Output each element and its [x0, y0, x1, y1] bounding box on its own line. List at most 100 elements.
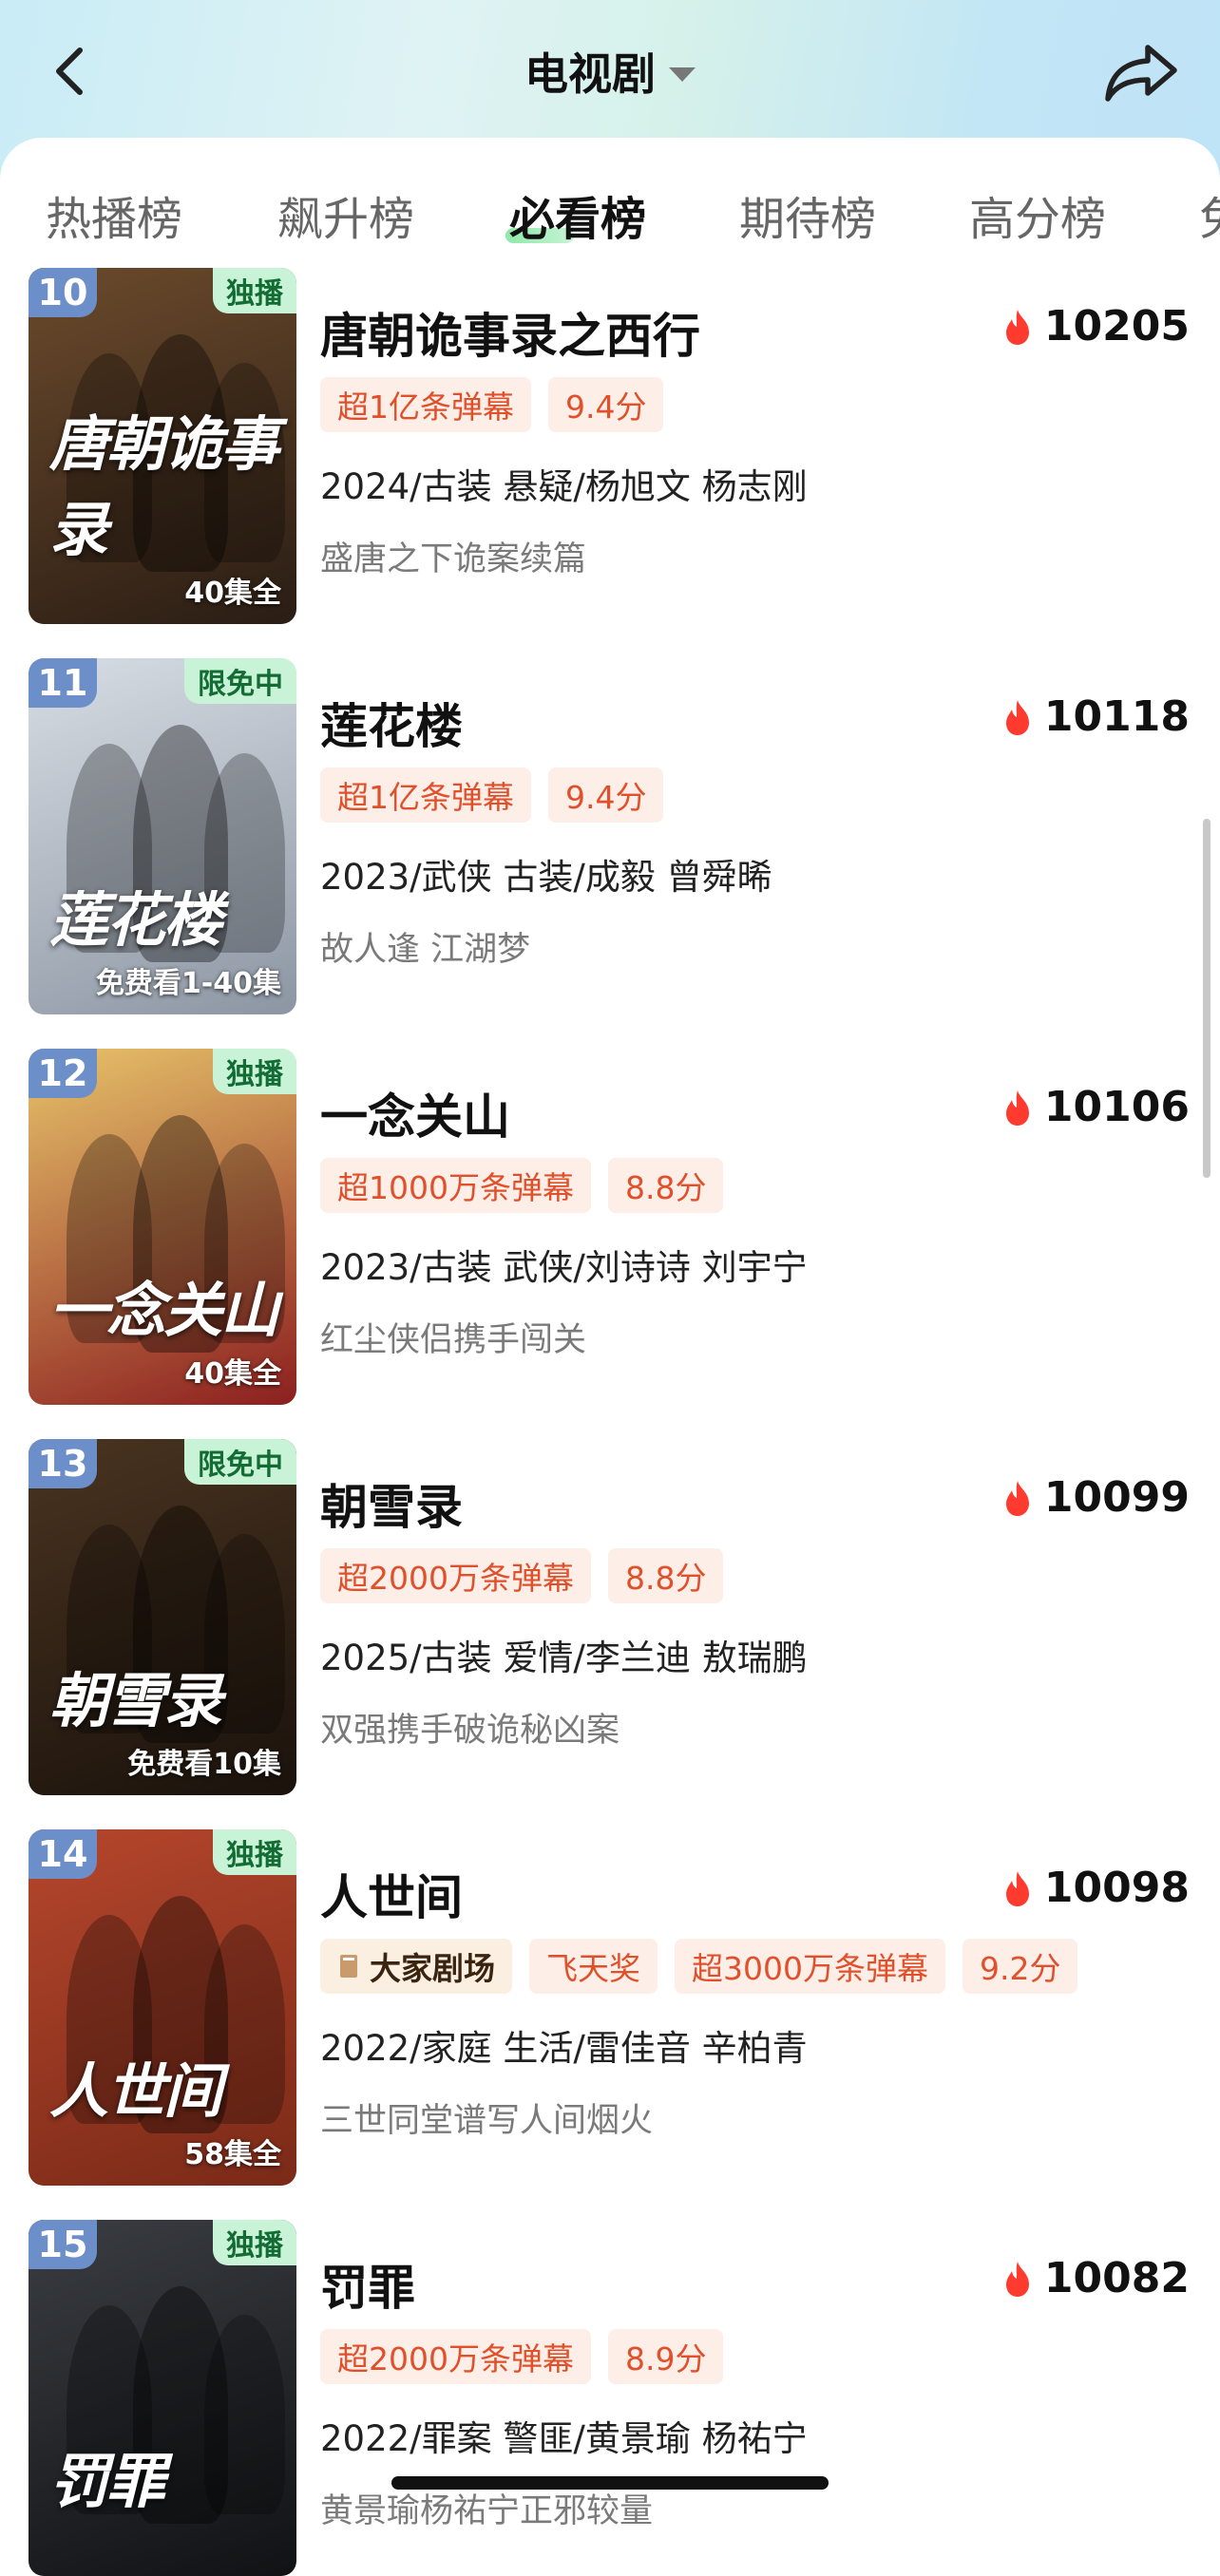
tab-rising[interactable]: 飙升榜	[277, 181, 414, 248]
episode-label: 40集全	[184, 577, 281, 610]
poster-title-art: 人世间	[49, 2056, 222, 2126]
exclusive-badge: 独播	[213, 1049, 296, 1094]
rank-badge: 14	[29, 1829, 97, 1879]
poster-image[interactable]: 朝雪录 13 限免中 免费看10集	[29, 1439, 296, 1795]
poster-image[interactable]: 莲花楼 11 限免中 免费看1-40集	[29, 658, 296, 1014]
show-description: 三世同堂谱写人间烟火	[320, 2102, 654, 2140]
episode-label: 58集全	[184, 2138, 281, 2171]
info-tag: 超1000万条弹幕	[320, 1158, 591, 1213]
show-title[interactable]: 唐朝诡事录之西行	[320, 298, 700, 367]
heat-value: 10082	[1043, 2254, 1190, 2302]
show-meta: 2023/武侠 古装/成毅 曾舜晞	[320, 857, 772, 898]
show-title[interactable]: 一念关山	[320, 1079, 510, 1147]
episode-label: 40集全	[184, 1357, 281, 1391]
heat-score: 10205	[1002, 302, 1190, 350]
poster-image[interactable]: 罚罪 15 独播	[29, 2220, 296, 2576]
show-meta: 2025/古装 爱情/李兰迪 敖瑞鹏	[320, 1638, 808, 1678]
tag-row: 超2000万条弹幕 8.8分	[320, 1548, 724, 1603]
show-description: 盛唐之下诡案续篇	[320, 540, 587, 578]
poster-title-art: 罚罪	[49, 2447, 165, 2516]
show-title[interactable]: 罚罪	[320, 2250, 415, 2319]
info-tag: 9.2分	[962, 1939, 1078, 1994]
poster-title-art: 朝雪录	[49, 1666, 222, 1735]
tab-anticipated[interactable]: 期待榜	[739, 181, 876, 248]
tab-must-watch[interactable]: 必看榜	[509, 181, 646, 248]
exclusive-badge: 独播	[213, 268, 296, 313]
heat-value: 10099	[1043, 1473, 1190, 1522]
show-meta: 2022/罪案 警匪/黄景瑜 杨祐宁	[320, 2418, 808, 2459]
show-description: 故人逢 江湖梦	[320, 931, 531, 969]
exclusive-badge: 独播	[213, 1829, 296, 1875]
info-tag: 9.4分	[548, 767, 664, 823]
top-bar: 电视剧	[0, 0, 1220, 142]
flame-icon	[1005, 1089, 1029, 1126]
back-button[interactable]	[49, 43, 93, 100]
show-title[interactable]: 朝雪录	[320, 1469, 463, 1538]
info-tag: 超2000万条弹幕	[320, 2329, 591, 2384]
show-title[interactable]: 人世间	[320, 1860, 463, 1928]
heat-score: 10099	[1002, 1473, 1190, 1522]
list-item[interactable]: 罚罪 15 独播 罚罪 10082 超2000万条弹幕 8.9分 2022/罪案 …	[0, 2220, 1220, 2576]
show-title[interactable]: 莲花楼	[320, 689, 463, 757]
rank-badge: 12	[29, 1049, 97, 1098]
tab-free[interactable]: 免	[1199, 181, 1220, 248]
list-item[interactable]: 朝雪录 13 限免中 免费看10集 朝雪录 10099 超2000万条弹幕 8.8…	[0, 1439, 1220, 1795]
flame-icon	[1005, 2261, 1029, 2297]
share-button[interactable]	[1102, 40, 1180, 106]
info-tag: 9.4分	[548, 377, 664, 432]
heat-value: 10205	[1043, 302, 1190, 350]
heat-value: 10098	[1043, 1864, 1190, 1912]
info-tag: 超1亿条弹幕	[320, 767, 531, 823]
flame-icon	[1005, 1870, 1029, 1906]
show-meta: 2024/古装 悬疑/杨旭文 杨志刚	[320, 466, 808, 507]
tag-row: 超1000万条弹幕 8.8分	[320, 1158, 724, 1213]
tab-high-score[interactable]: 高分榜	[969, 181, 1106, 248]
heat-value: 10106	[1043, 1083, 1190, 1131]
episode-label: 免费看10集	[127, 1748, 281, 1781]
exclusive-badge: 限免中	[184, 658, 296, 704]
studio-tag-label: 大家剧场	[370, 1950, 495, 1987]
studio-tag[interactable]: 大家剧场	[320, 1939, 512, 1994]
chevron-down-icon	[669, 66, 696, 82]
tab-hot[interactable]: 热播榜	[46, 181, 182, 248]
page-title-dropdown[interactable]: 电视剧	[524, 40, 696, 103]
poster-title-art: 唐朝诡事录	[49, 409, 279, 564]
poster-image[interactable]: 一念关山 12 独播 40集全	[29, 1049, 296, 1405]
list-item[interactable]: 人世间 14 独播 58集全 人世间 10098 大家剧场 飞天奖 超3000万条弹…	[0, 1829, 1220, 2186]
ranking-tabs: 热播榜 飙升榜 必看榜 期待榜 高分榜 免	[0, 138, 1220, 266]
flame-icon	[1005, 309, 1029, 345]
info-tag: 超2000万条弹幕	[320, 1548, 591, 1603]
tag-row: 大家剧场 飞天奖 超3000万条弹幕 9.2分	[320, 1939, 1078, 1994]
heat-value: 10118	[1043, 692, 1190, 741]
flame-icon	[1005, 699, 1029, 735]
poster-image[interactable]: 唐朝诡事录 10 独播 40集全	[29, 268, 296, 624]
list-item[interactable]: 莲花楼 11 限免中 免费看1-40集 莲花楼 10118 超1亿条弹幕 9.4分…	[0, 658, 1220, 1014]
show-description: 黄景瑜杨祐宁正邪较量	[320, 2492, 654, 2530]
heat-score: 10106	[1002, 1083, 1190, 1131]
heat-score: 10098	[1002, 1864, 1190, 1912]
heat-score: 10082	[1002, 2254, 1190, 2302]
home-indicator[interactable]	[391, 2476, 829, 2490]
info-tag: 8.8分	[607, 1548, 724, 1603]
list-item[interactable]: 一念关山 12 独播 40集全 一念关山 10106 超1000万条弹幕 8.8分…	[0, 1049, 1220, 1405]
tag-row: 超1亿条弹幕 9.4分	[320, 767, 664, 823]
episode-label: 免费看1-40集	[95, 967, 281, 1000]
list-item[interactable]: 唐朝诡事录 10 独播 40集全 唐朝诡事录之西行 10205 超1亿条弹幕 9.…	[0, 268, 1220, 624]
info-tag: 飞天奖	[529, 1939, 658, 1994]
back-arrow-icon	[56, 47, 83, 95]
heat-score: 10118	[1002, 692, 1190, 741]
show-meta: 2023/古装 武侠/刘诗诗 刘宇宁	[320, 1247, 808, 1288]
scrollbar[interactable]	[1203, 819, 1210, 1178]
show-meta: 2022/家庭 生活/雷佳音 辛柏青	[320, 2028, 808, 2069]
exclusive-badge: 独播	[213, 2220, 296, 2265]
poster-title-art: 一念关山	[49, 1276, 279, 1345]
info-tag: 8.8分	[607, 1158, 724, 1213]
poster-image[interactable]: 人世间 14 独播 58集全	[29, 1829, 296, 2186]
exclusive-badge: 限免中	[184, 1439, 296, 1485]
rank-badge: 15	[29, 2220, 97, 2269]
info-tag: 8.9分	[607, 2329, 724, 2384]
rank-badge: 10	[29, 268, 97, 317]
tag-row: 超1亿条弹幕 9.4分	[320, 377, 664, 432]
info-tag: 超1亿条弹幕	[320, 377, 531, 432]
flame-icon	[1005, 1480, 1029, 1516]
